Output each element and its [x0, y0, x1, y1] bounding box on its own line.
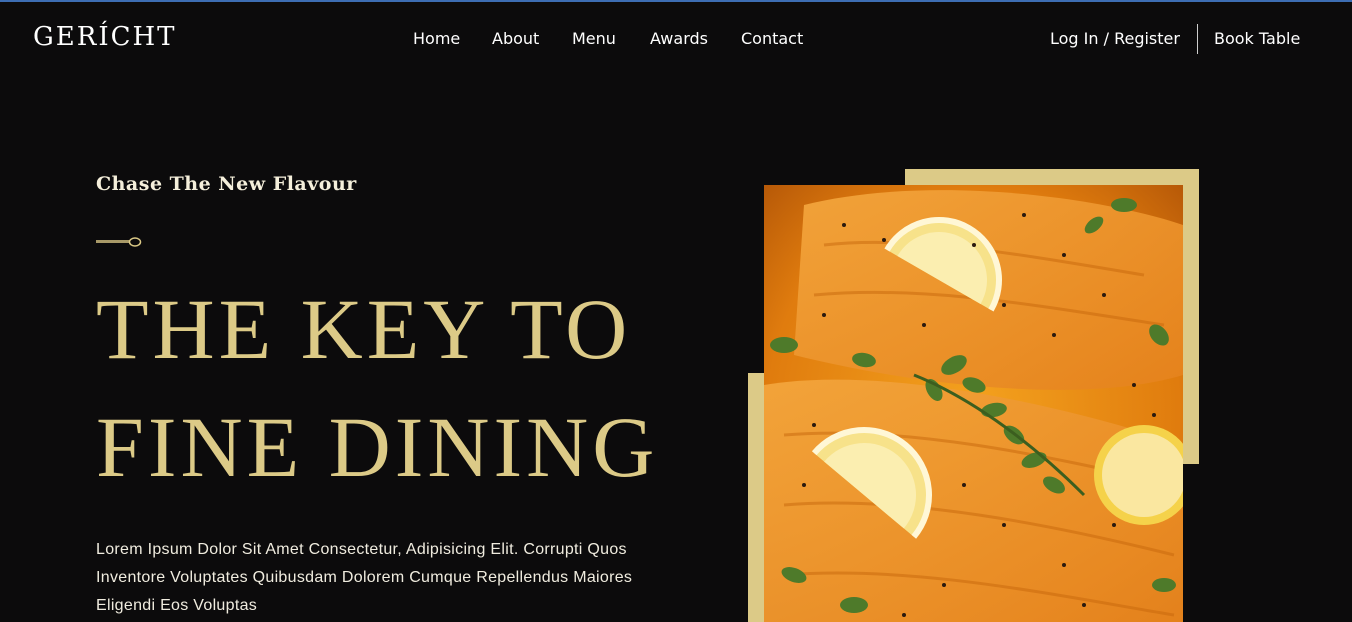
nav-link-contact[interactable]: Contact: [741, 29, 803, 49]
login-register-link[interactable]: Log In / Register: [1050, 29, 1180, 49]
spoon-icon: [96, 237, 142, 247]
hero-headline-line1: THE KEY TO: [96, 281, 632, 377]
hero-food-image: [764, 185, 1183, 622]
nav-link-menu[interactable]: Menu: [572, 29, 616, 49]
hero-headline-line2: FINE DINING: [96, 399, 659, 495]
nav-divider: [1197, 24, 1198, 54]
nav-link-about[interactable]: About: [492, 29, 539, 49]
nav-link-awards[interactable]: Awards: [650, 29, 708, 49]
hero-description: Lorem Ipsum Dolor Sit Amet Consectetur, …: [96, 541, 633, 614]
logo[interactable]: GERÍCHT: [33, 22, 177, 52]
nav-link-home[interactable]: Home: [413, 29, 460, 49]
salmon-dish-illustration: [764, 185, 1183, 622]
browser-top-border: [0, 0, 1352, 2]
hero-subtitle: Chase The New Flavour: [96, 173, 357, 195]
landing-page: GERÍCHT Home About Menu Awards Contact L…: [0, 0, 1352, 622]
book-table-link[interactable]: Book Table: [1214, 29, 1300, 49]
